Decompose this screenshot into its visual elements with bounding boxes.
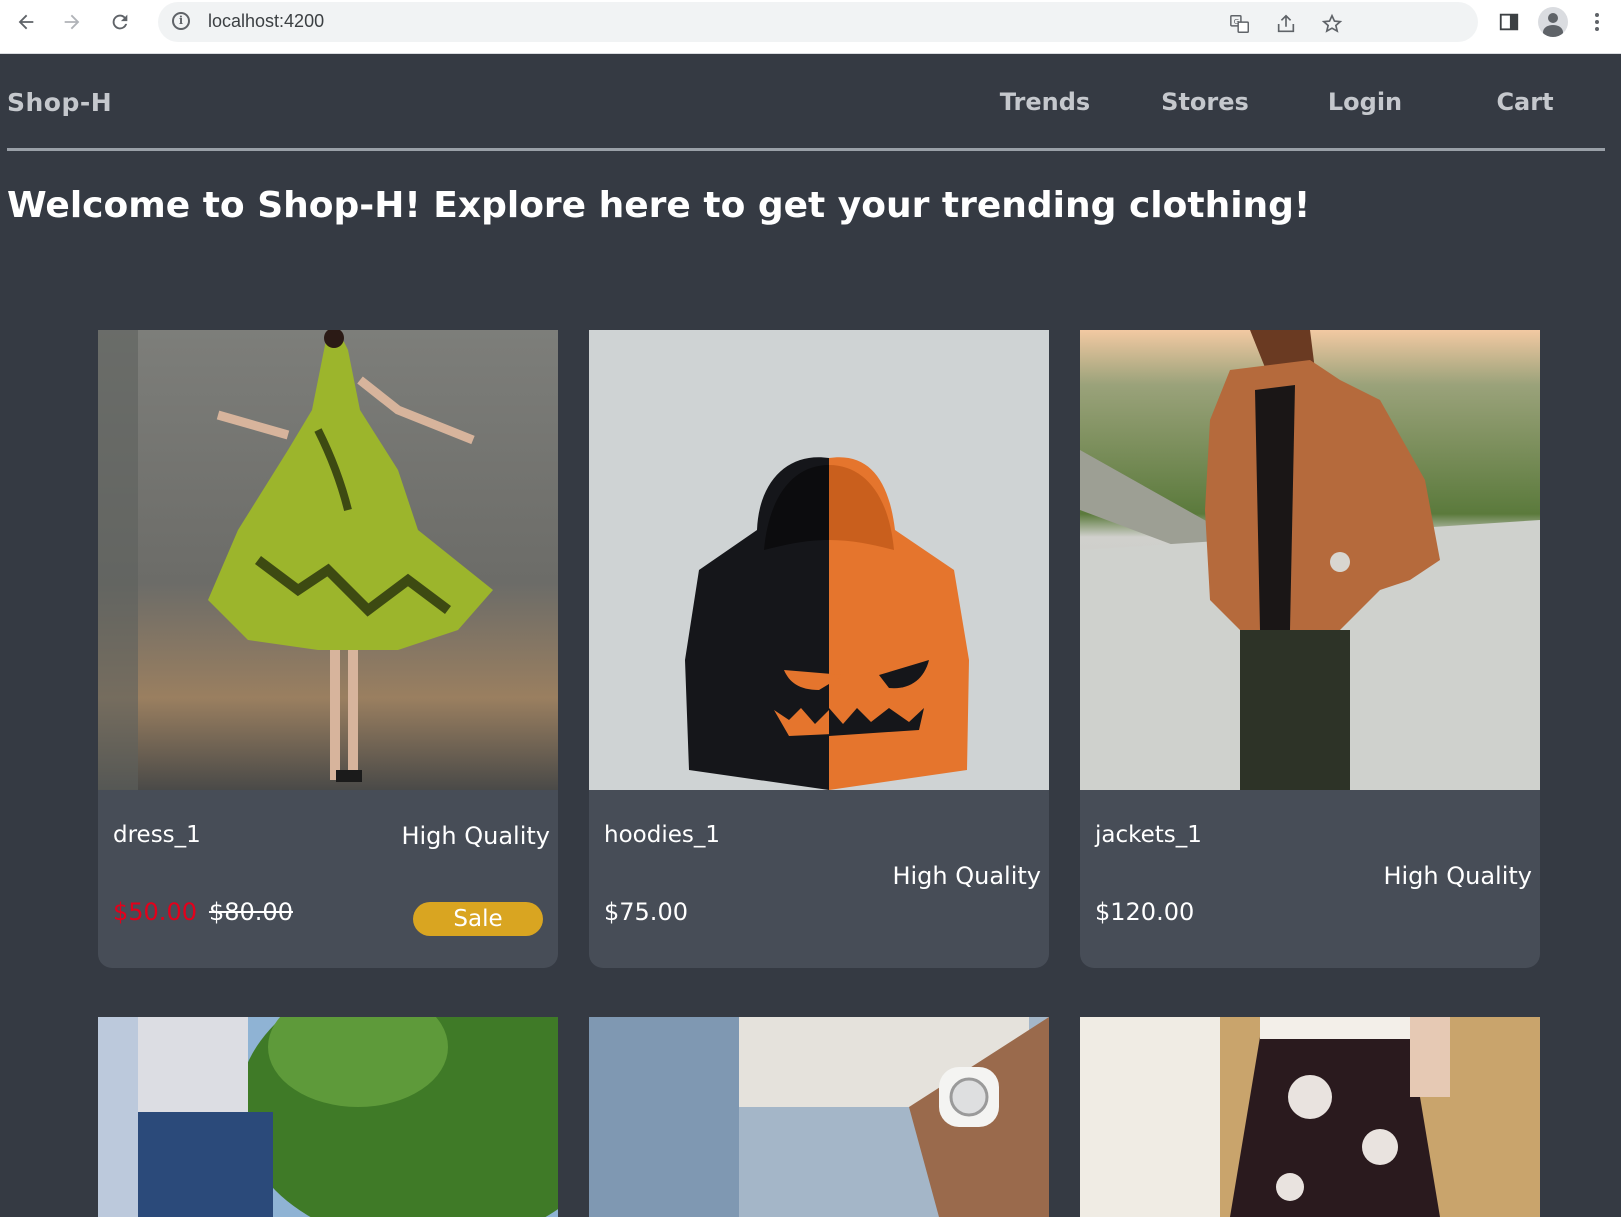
product-card-row2-2[interactable]: [589, 1017, 1049, 1217]
price-group: $50.00 $80.00: [113, 898, 293, 926]
product-image-hoodie[interactable]: [589, 330, 1049, 790]
product-name[interactable]: jackets_1: [1095, 822, 1202, 848]
welcome-heading: Welcome to Shop-H! Explore here to get y…: [7, 185, 1311, 226]
product-image-jacket[interactable]: [1080, 330, 1540, 790]
product-card-jacket[interactable]: jackets_1 High Quality $120.00: [1080, 330, 1540, 968]
price: $120.00: [1095, 898, 1195, 926]
address-bar[interactable]: i localhost:4200 G: [158, 2, 1478, 42]
svg-text:G: G: [1234, 17, 1240, 26]
main-nav: Trends Stores Login Cart: [965, 88, 1605, 116]
product-card-hoodie[interactable]: hoodies_1 High Quality $75.00: [589, 330, 1049, 968]
quality-label: High Quality: [401, 822, 550, 850]
url-text[interactable]: localhost:4200: [208, 11, 324, 32]
price: $75.00: [604, 898, 688, 926]
product-card-row2-3[interactable]: [1080, 1017, 1540, 1217]
product-card-dress[interactable]: dress_1 High Quality $50.00 $80.00 Sale: [98, 330, 558, 968]
reload-icon[interactable]: [104, 6, 136, 38]
product-name[interactable]: dress_1: [113, 822, 201, 848]
side-panel-icon[interactable]: [1493, 6, 1525, 38]
original-price: $80.00: [208, 898, 293, 926]
product-image-dress[interactable]: [98, 330, 558, 790]
product-image[interactable]: [589, 1017, 1049, 1217]
more-menu-icon[interactable]: [1581, 6, 1613, 38]
translate-icon[interactable]: G: [1224, 8, 1256, 40]
site-header: Shop-H Trends Stores Login Cart: [7, 78, 1605, 151]
product-card-row2-1[interactable]: [98, 1017, 558, 1217]
back-icon[interactable]: [10, 6, 42, 38]
nav-cart[interactable]: Cart: [1445, 88, 1605, 116]
product-image[interactable]: [1080, 1017, 1540, 1217]
quality-label: High Quality: [892, 862, 1041, 890]
product-name[interactable]: hoodies_1: [604, 822, 720, 848]
quality-label: High Quality: [1383, 862, 1532, 890]
site-info-icon[interactable]: i: [172, 12, 190, 30]
share-icon[interactable]: [1270, 8, 1302, 40]
sale-badge: Sale: [413, 902, 543, 936]
nav-trends[interactable]: Trends: [965, 88, 1125, 116]
product-grid: dress_1 High Quality $50.00 $80.00 Sale h…: [98, 330, 1543, 1217]
nav-stores[interactable]: Stores: [1125, 88, 1285, 116]
bookmark-star-icon[interactable]: [1316, 8, 1348, 40]
profile-avatar-icon[interactable]: [1537, 6, 1569, 38]
product-image[interactable]: [98, 1017, 558, 1217]
sale-price: $50.00: [113, 898, 197, 926]
brand-link[interactable]: Shop-H: [7, 88, 112, 117]
browser-toolbar: i localhost:4200 G: [0, 0, 1621, 54]
forward-icon[interactable]: [56, 6, 88, 38]
nav-login[interactable]: Login: [1285, 88, 1445, 116]
